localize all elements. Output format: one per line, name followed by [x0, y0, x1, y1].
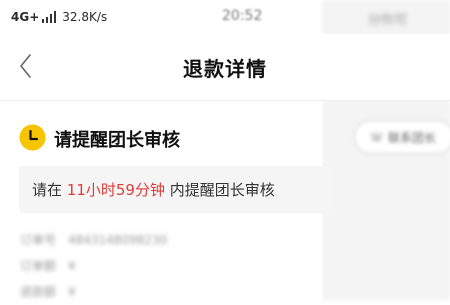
order-info-value: 4843148098230 [68, 233, 168, 247]
network-type: 4G+ [11, 10, 40, 24]
order-info-list: 订单号 4843148098230 订单额 ¥ 退款额 ¥ [20, 227, 218, 305]
order-info-label: 订单额 [20, 259, 57, 273]
contact-button-label: 联系团长 [388, 130, 437, 145]
refund-notice-text: 请在 11小时59分钟 内提醒团长审核 [32, 179, 275, 200]
order-info-value: ¥ [68, 259, 76, 273]
status-bar-left: 4G+ 32.8K/s [11, 10, 107, 24]
clock-icon [19, 124, 46, 151]
order-info-label: 订单号 [20, 233, 57, 247]
notice-prefix: 请在 [32, 181, 67, 199]
signal-icon [42, 11, 58, 23]
network-speed: 32.8K/s [62, 10, 108, 24]
page-title: 退款详情 [183, 57, 267, 81]
order-info-row: 订单额 ¥ [20, 253, 218, 279]
order-info-label: 退款额 [20, 285, 57, 299]
notice-suffix: 内提醒团长审核 [164, 181, 275, 199]
order-info-value: ¥ [68, 285, 76, 299]
contact-leader-button[interactable]: ☏ 联系团长 [354, 120, 450, 154]
order-info-row: 订单号 4843148098230 [20, 227, 218, 253]
phone-icon: ☏ [369, 130, 385, 144]
clock-time: 20:52 [222, 8, 263, 24]
refund-status-card: 请提醒团长审核 请在 11小时59分钟 内提醒团长审核 订单号 48431480… [0, 101, 334, 300]
page-header: 退款详情 [0, 34, 450, 100]
order-info-row: 退款额 ¥ [20, 279, 218, 305]
refund-notice-box: 请在 11小时59分钟 内提醒团长审核 [19, 166, 334, 213]
right-top-text: 分你可 [368, 13, 408, 28]
refund-status-title: 请提醒团长审核 [54, 130, 180, 151]
notice-deadline: 11小时59分钟 [66, 181, 165, 199]
